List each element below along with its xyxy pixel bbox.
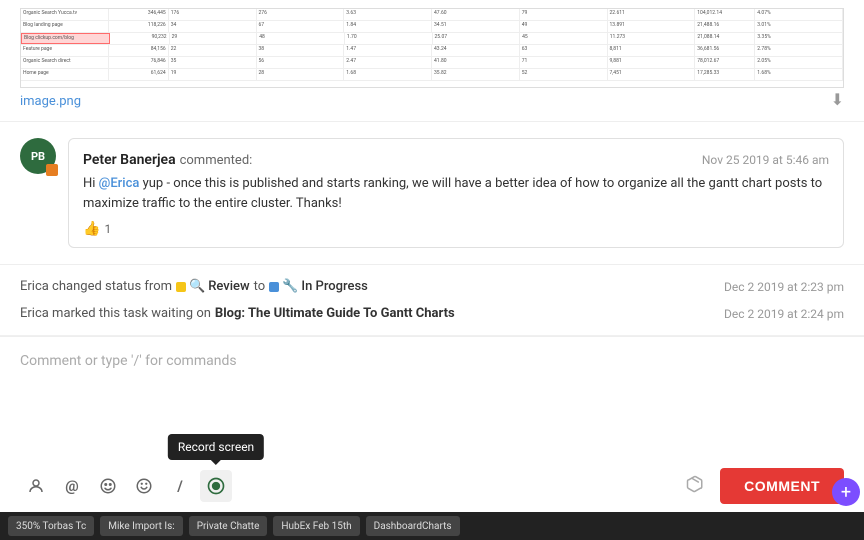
avatar-badge: [46, 164, 58, 176]
taskbar-item-4[interactable]: HubEx Feb 15th: [273, 516, 359, 536]
toolbar-right: COMMENT: [686, 468, 844, 504]
image-section: Organic Search Yucca.tv 346,445 176276 3…: [0, 0, 864, 122]
like-count: 1: [104, 222, 111, 236]
activity-left: Erica changed status from 🔍 Review to 🔧 …: [20, 279, 368, 294]
like-icon[interactable]: 👍: [83, 221, 100, 237]
comment-header: Peter Banerjea commented: Nov 25 2019 at…: [83, 149, 829, 168]
taskbar: 350% Torbas Tc Mike Import Is: Private C…: [0, 512, 864, 540]
fab-button[interactable]: +: [832, 478, 860, 506]
mention: @Erica: [99, 176, 140, 191]
status-yellow-dot: [176, 282, 186, 292]
comment-toolbar: @ /: [20, 462, 844, 504]
image-filename[interactable]: image.png: [20, 94, 81, 109]
comment-bubble: Peter Banerjea commented: Nov 25 2019 at…: [68, 138, 844, 248]
person-icon[interactable]: [20, 470, 52, 502]
comment-section: PB Peter Banerjea commented: Nov 25 2019…: [0, 122, 864, 265]
slash-icon[interactable]: /: [164, 470, 196, 502]
toolbar-icons: @ /: [20, 470, 232, 502]
review-badge: 🔍 Review: [176, 279, 250, 294]
comment-timestamp: Nov 25 2019 at 5:46 am: [702, 153, 829, 167]
smiley-icon[interactable]: [128, 470, 160, 502]
like-section: 👍 1: [83, 221, 829, 237]
activity-left-2: Erica marked this task waiting on Blog: …: [20, 306, 455, 321]
main-container: Organic Search Yucca.tv 346,445 176276 3…: [0, 0, 864, 540]
download-icon[interactable]: ⬇: [831, 90, 844, 109]
avatar: PB: [20, 138, 56, 174]
taskbar-item-3[interactable]: Private Chatte: [189, 516, 268, 536]
in-progress-badge: 🔧 In Progress: [269, 279, 368, 294]
comment-placeholder[interactable]: Comment or type '/' for commands: [20, 347, 844, 377]
activity-timestamp-2: Dec 2 2019 at 2:24 pm: [724, 307, 844, 321]
taskbar-item-2[interactable]: Mike Import Is:: [100, 516, 182, 536]
comment-input-area[interactable]: Comment or type '/' for commands @: [0, 336, 864, 512]
activity-section: Erica changed status from 🔍 Review to 🔧 …: [0, 265, 864, 336]
comment-action: commented:: [180, 153, 253, 168]
emoji-icon[interactable]: [92, 470, 124, 502]
record-screen-icon[interactable]: Record screen: [200, 470, 232, 502]
at-icon[interactable]: @: [56, 470, 88, 502]
task-link[interactable]: Blog: The Ultimate Guide To Gantt Charts: [215, 306, 455, 321]
comment-text: Hi @Erica yup - once this is published a…: [83, 174, 829, 213]
comment-author: Peter Banerjea: [83, 152, 176, 168]
spreadsheet-preview: Organic Search Yucca.tv 346,445 176276 3…: [20, 8, 844, 88]
comment-button[interactable]: COMMENT: [720, 468, 844, 504]
comment-author-line: Peter Banerjea commented:: [83, 149, 252, 168]
taskbar-item-1[interactable]: 350% Torbas Tc: [8, 516, 94, 536]
activity-item-2: Erica marked this task waiting on Blog: …: [20, 300, 844, 327]
status-blue-dot: [269, 282, 279, 292]
activity-timestamp-1: Dec 2 2019 at 2:23 pm: [724, 280, 844, 294]
attachment-icon[interactable]: [686, 475, 704, 498]
record-tooltip: Record screen: [168, 434, 264, 460]
taskbar-item-5[interactable]: DashboardCharts: [366, 516, 460, 536]
activity-item: Erica changed status from 🔍 Review to 🔧 …: [20, 273, 844, 300]
